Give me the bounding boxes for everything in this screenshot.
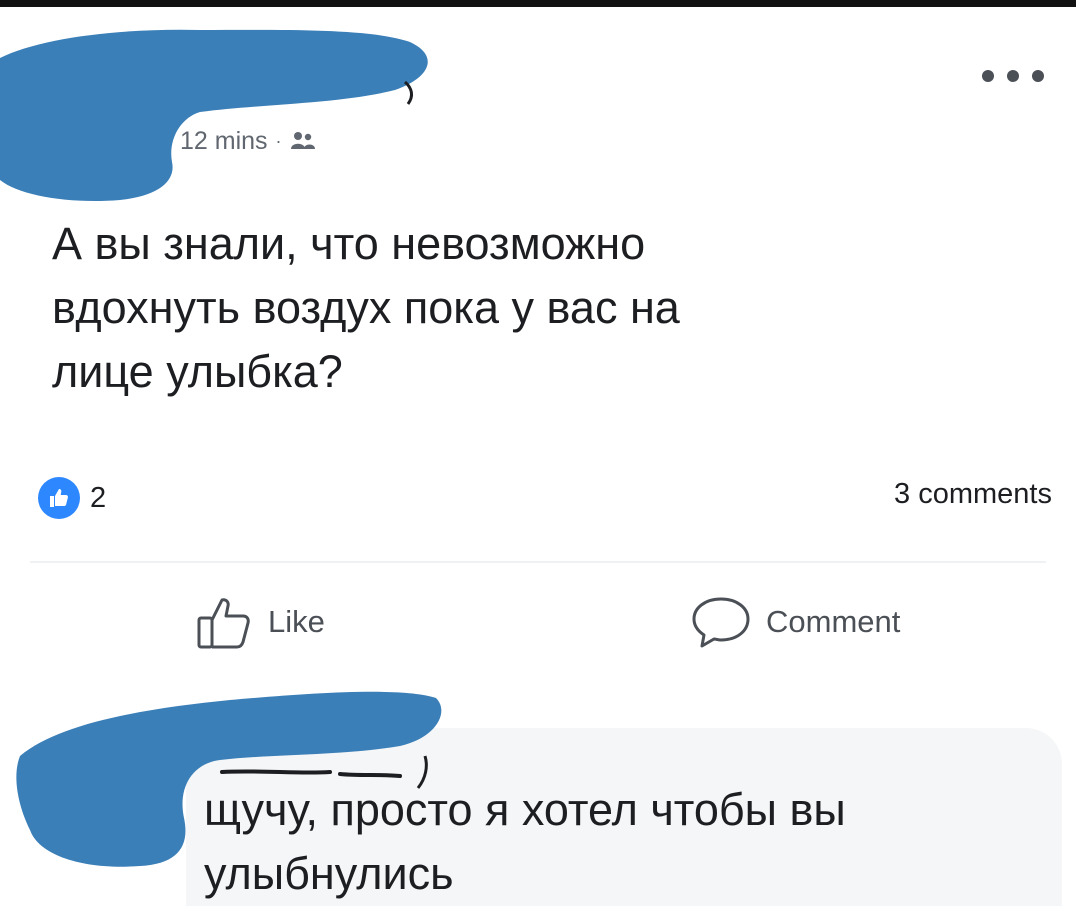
reaction-summary[interactable]: 2 xyxy=(38,476,106,520)
meta-separator: · xyxy=(275,130,282,151)
comment-icon xyxy=(692,597,750,648)
post-text: А вы знали, что невозможно вдохнуть возд… xyxy=(52,218,680,397)
like-label: Like xyxy=(268,604,325,639)
post-timestamp[interactable]: 12 mins xyxy=(180,127,268,156)
comment-button[interactable]: Comment xyxy=(690,595,900,649)
like-button[interactable]: Like xyxy=(196,595,325,649)
divider xyxy=(30,561,1046,563)
more-dot xyxy=(1007,70,1019,82)
top-border xyxy=(0,0,1076,7)
post-header: 12 mins · xyxy=(0,7,1076,207)
comment-count[interactable]: 3 comments xyxy=(894,478,1052,511)
more-options-icon[interactable] xyxy=(982,65,1044,87)
more-dot xyxy=(1032,70,1044,82)
reaction-count: 2 xyxy=(90,481,107,514)
thumbs-up-icon xyxy=(197,598,250,649)
like-icon xyxy=(38,477,80,519)
comment-author-name[interactable] xyxy=(214,754,414,778)
comment-label: Comment xyxy=(766,604,901,639)
friends-icon xyxy=(290,132,315,149)
comment-text: щучу, просто я хотел чтобы вы улыбнулись xyxy=(204,784,846,899)
more-dot xyxy=(982,70,994,82)
post-meta: 12 mins · xyxy=(180,125,316,157)
